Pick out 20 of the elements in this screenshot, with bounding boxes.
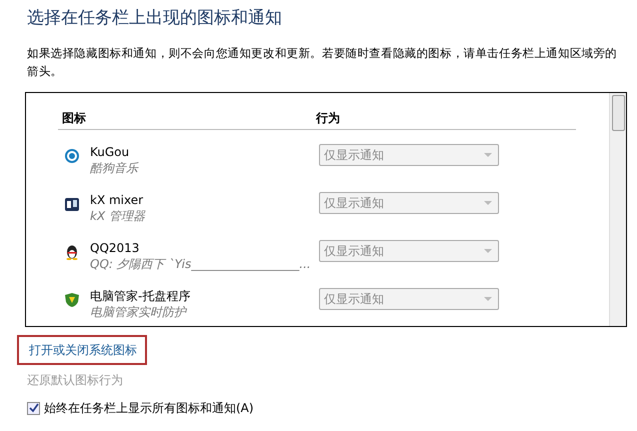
system-icons-link[interactable]: 打开或关闭系统图标 — [17, 335, 147, 365]
checkbox-label[interactable]: 始终在任务栏上显示所有图标和通知(A) — [44, 399, 254, 417]
shield-icon — [64, 292, 80, 308]
column-header: 图标 — [61, 110, 87, 127]
scrollbar[interactable] — [609, 93, 626, 326]
column-header: 行为 — [316, 110, 340, 127]
penguin-icon — [64, 244, 80, 260]
app-description: kX 管理器 — [90, 208, 146, 224]
app-description: 酷狗音乐 — [90, 160, 140, 176]
description-text: 如果选择隐藏图标和通知，则不会向您通知更改和更新。若要随时查看隐藏的图标，请单击任务栏上通知区域旁的箭头。 — [27, 45, 618, 80]
circle-icon — [64, 148, 80, 164]
app-description: 电脑管家实时防护 — [90, 304, 188, 320]
page-title: 选择在任务栏上出现的图标和通知 — [27, 7, 283, 30]
square-icon — [64, 196, 80, 212]
app-name: QQ2013 — [90, 240, 140, 256]
app-name: kX mixer — [90, 192, 144, 208]
checkbox[interactable] — [27, 402, 40, 414]
app-description: QQ: 夕陽西下 `Yis__________________... — [90, 256, 312, 272]
app-name: 电脑管家-托盘程序 — [90, 288, 192, 304]
app-name: KuGou — [90, 144, 130, 160]
